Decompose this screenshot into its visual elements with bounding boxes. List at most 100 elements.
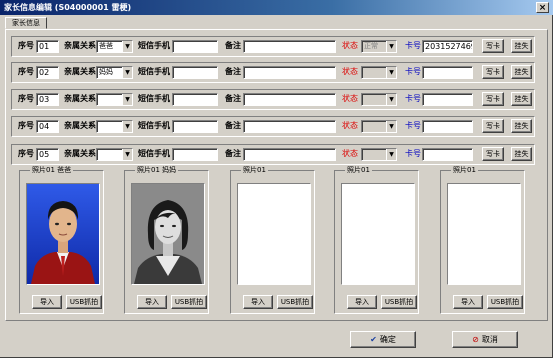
photo-group: 照片01 导入 USB抓拍 bbox=[440, 166, 525, 314]
relation-select[interactable]: ▼ bbox=[96, 120, 133, 133]
card-number-field[interactable] bbox=[422, 148, 473, 161]
photo-group: 照片01 爸爸 导入 USB抓拍 bbox=[19, 166, 104, 314]
relation-label: 亲属关系 bbox=[64, 149, 96, 158]
report-loss-button[interactable]: 挂失 bbox=[511, 65, 532, 79]
card-number-field[interactable] bbox=[422, 66, 473, 79]
photo-group-title: 照片01 妈妈 bbox=[135, 166, 179, 175]
note-field[interactable] bbox=[243, 120, 336, 133]
photo-frame bbox=[447, 183, 521, 285]
import-button[interactable]: 导入 bbox=[453, 295, 483, 309]
seq-field[interactable]: 01 bbox=[36, 40, 59, 53]
seq-label: 序号 bbox=[18, 94, 34, 103]
card-number-field[interactable] bbox=[422, 120, 473, 133]
note-field[interactable] bbox=[243, 93, 336, 106]
photo-frame bbox=[341, 183, 415, 285]
relation-label: 亲属关系 bbox=[64, 94, 96, 103]
photo-frame bbox=[237, 183, 311, 285]
chevron-down-icon: ▼ bbox=[386, 41, 396, 52]
sms-phone-field[interactable] bbox=[172, 148, 218, 161]
sms-phone-label: 短信手机 bbox=[138, 41, 170, 50]
parent-photo-image bbox=[27, 184, 99, 284]
photo-group-title: 照片01 bbox=[451, 166, 478, 175]
write-card-button[interactable]: 写卡 bbox=[482, 147, 504, 161]
usb-capture-button[interactable]: USB抓拍 bbox=[66, 295, 102, 309]
sms-phone-field[interactable] bbox=[172, 93, 218, 106]
parent-info-dialog: 家长信息编辑 (S04000001 雷梗) × 家长信息 序号 01 亲属关系 … bbox=[0, 0, 553, 358]
relation-select[interactable]: 爸爸 ▼ bbox=[96, 40, 133, 53]
card-label: 卡号 bbox=[405, 41, 421, 50]
window-title: 家长信息编辑 (S04000001 雷梗) bbox=[4, 3, 132, 12]
chevron-down-icon: ▼ bbox=[386, 121, 396, 132]
photo-frame bbox=[26, 183, 100, 285]
seq-field[interactable]: 05 bbox=[36, 148, 59, 161]
report-loss-button[interactable]: 挂失 bbox=[511, 39, 532, 53]
import-button[interactable]: 导入 bbox=[32, 295, 62, 309]
photo-frame bbox=[131, 183, 205, 285]
usb-capture-button[interactable]: USB抓拍 bbox=[487, 295, 523, 309]
card-label: 卡号 bbox=[405, 149, 421, 158]
card-number-field[interactable]: 2031527469 bbox=[422, 40, 473, 53]
status-select[interactable]: ▼ bbox=[361, 148, 397, 161]
write-card-button[interactable]: 写卡 bbox=[482, 65, 504, 79]
relation-select[interactable]: ▼ bbox=[96, 148, 133, 161]
report-loss-button[interactable]: 挂失 bbox=[511, 119, 532, 133]
seq-label: 序号 bbox=[18, 41, 34, 50]
note-field[interactable] bbox=[243, 40, 336, 53]
report-loss-button[interactable]: 挂失 bbox=[511, 147, 532, 161]
close-icon[interactable]: × bbox=[536, 2, 549, 13]
title-bar: 家长信息编辑 (S04000001 雷梗) bbox=[0, 0, 553, 15]
relation-select[interactable]: ▼ bbox=[96, 93, 133, 106]
note-label: 备注 bbox=[225, 41, 241, 50]
status-select[interactable]: 正常 ▼ bbox=[361, 40, 397, 53]
status-select[interactable]: ▼ bbox=[361, 66, 397, 79]
chevron-down-icon: ▼ bbox=[122, 121, 132, 132]
photo-group-title: 照片01 bbox=[345, 166, 372, 175]
relation-select[interactable]: 妈妈 ▼ bbox=[96, 66, 133, 79]
sms-phone-label: 短信手机 bbox=[138, 94, 170, 103]
photo-group-title: 照片01 爸爸 bbox=[30, 166, 74, 175]
usb-capture-button[interactable]: USB抓拍 bbox=[171, 295, 207, 309]
check-icon: ✔ bbox=[370, 335, 377, 344]
seq-label: 序号 bbox=[18, 67, 34, 76]
sms-phone-label: 短信手机 bbox=[138, 67, 170, 76]
status-label: 状态 bbox=[342, 149, 358, 158]
note-label: 备注 bbox=[225, 121, 241, 130]
ok-button[interactable]: ✔ 确定 bbox=[350, 331, 416, 348]
chevron-down-icon: ▼ bbox=[386, 67, 396, 78]
status-select[interactable]: ▼ bbox=[361, 93, 397, 106]
write-card-button[interactable]: 写卡 bbox=[482, 92, 504, 106]
status-select[interactable]: ▼ bbox=[361, 120, 397, 133]
seq-field[interactable]: 04 bbox=[36, 120, 59, 133]
import-button[interactable]: 导入 bbox=[347, 295, 377, 309]
seq-field[interactable]: 02 bbox=[36, 66, 59, 79]
write-card-button[interactable]: 写卡 bbox=[482, 119, 504, 133]
parent-row: 序号 05 亲属关系 ▼ 短信手机 备注 状态 ▼ 卡号 写卡 挂失 bbox=[11, 144, 535, 165]
sms-phone-label: 短信手机 bbox=[138, 149, 170, 158]
seq-field[interactable]: 03 bbox=[36, 93, 59, 106]
relation-value: 爸爸 bbox=[99, 42, 113, 50]
cancel-icon: ⊘ bbox=[472, 335, 479, 344]
usb-capture-button[interactable]: USB抓拍 bbox=[381, 295, 417, 309]
parent-row: 序号 01 亲属关系 爸爸 ▼ 短信手机 备注 状态 正常 ▼ 卡号 20315… bbox=[11, 36, 535, 57]
import-button[interactable]: 导入 bbox=[137, 295, 167, 309]
parent-row: 序号 02 亲属关系 妈妈 ▼ 短信手机 备注 状态 ▼ 卡号 写卡 挂失 bbox=[11, 62, 535, 83]
write-card-button[interactable]: 写卡 bbox=[482, 39, 504, 53]
card-label: 卡号 bbox=[405, 67, 421, 76]
status-label: 状态 bbox=[342, 94, 358, 103]
tab-parent-info[interactable]: 家长信息 bbox=[5, 17, 47, 29]
chevron-down-icon: ▼ bbox=[122, 41, 132, 52]
seq-label: 序号 bbox=[18, 149, 34, 158]
photo-group-title: 照片01 bbox=[241, 166, 268, 175]
note-field[interactable] bbox=[243, 66, 336, 79]
relation-value: 妈妈 bbox=[99, 68, 113, 76]
usb-capture-button[interactable]: USB抓拍 bbox=[277, 295, 313, 309]
sms-phone-field[interactable] bbox=[172, 120, 218, 133]
report-loss-button[interactable]: 挂失 bbox=[511, 92, 532, 106]
photo-group: 照片01 导入 USB抓拍 bbox=[230, 166, 315, 314]
import-button[interactable]: 导入 bbox=[243, 295, 273, 309]
note-field[interactable] bbox=[243, 148, 336, 161]
sms-phone-field[interactable] bbox=[172, 40, 218, 53]
sms-phone-field[interactable] bbox=[172, 66, 218, 79]
cancel-button[interactable]: ⊘ 取消 bbox=[452, 331, 518, 348]
card-number-field[interactable] bbox=[422, 93, 473, 106]
